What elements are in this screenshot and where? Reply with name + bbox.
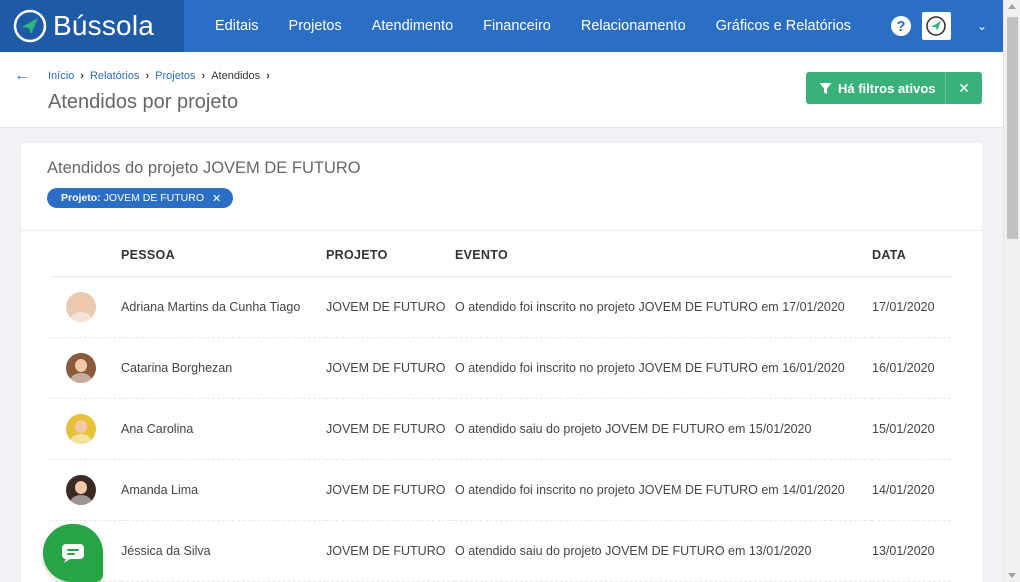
cell-projeto: JOVEM DE FUTURO (326, 520, 455, 582)
main-nav: Editais Projetos Atendimento Financeiro … (215, 18, 881, 34)
cell-pessoa: Ana Carolina (121, 398, 326, 460)
chat-icon (62, 544, 84, 563)
top-navbar: Bússola Editais Projetos Atendimento Fin… (0, 0, 1003, 52)
col-avatar (50, 235, 121, 277)
avatar (66, 291, 96, 322)
nav-financeiro[interactable]: Financeiro (483, 18, 551, 34)
back-arrow-icon[interactable]: ← (14, 67, 30, 85)
avatar (66, 474, 96, 505)
nav-projetos[interactable]: Projetos (289, 18, 342, 34)
cell-data: 15/01/2020 (872, 398, 951, 460)
cell-pessoa: Amanda Lima (121, 459, 326, 521)
cell-projeto: JOVEM DE FUTURO (326, 459, 455, 521)
filter-chip-projeto[interactable]: Projeto: JOVEM DE FUTURO ✕ (47, 188, 234, 208)
scroll-up-icon[interactable] (1008, 4, 1016, 9)
table-row[interactable]: Jéssica da Silva JOVEM DE FUTURO O atend… (50, 520, 951, 582)
brand-name: Bússola (53, 10, 155, 41)
cell-data: 14/01/2020 (872, 459, 951, 521)
table-header-row: PESSOA PROJETO EVENTO DATA (50, 235, 951, 277)
nav-relacionamento[interactable]: Relacionamento (581, 18, 686, 34)
table-row[interactable]: Adriana Martins da Cunha Tiago JOVEM DE … (50, 276, 951, 338)
clear-filters-close-icon[interactable]: ✕ (946, 72, 982, 104)
breadcrumb-separator: › (145, 70, 150, 82)
col-pessoa: PESSOA (121, 235, 326, 277)
cell-pessoa: Catarina Borghezan (121, 337, 326, 399)
chip-close-icon[interactable]: ✕ (212, 192, 221, 205)
card-title: Atendidos do projeto JOVEM DE FUTURO (47, 159, 361, 177)
cell-data: 17/01/2020 (872, 276, 951, 338)
filter-icon (819, 82, 832, 94)
breadcrumb-atendidos: Atendidos (211, 70, 261, 82)
compass-logo-icon (13, 9, 47, 43)
breadcrumb: Início › Relatórios › Projetos › Atendid… (48, 70, 276, 82)
attendees-table: PESSOA PROJETO EVENTO DATA Adriana Marti… (50, 235, 951, 582)
cell-projeto: JOVEM DE FUTURO (326, 276, 455, 338)
nav-graficos-relatorios[interactable]: Gráficos e Relatórios (716, 18, 851, 34)
cell-evento: O atendido saiu do projeto JOVEM DE FUTU… (455, 520, 872, 582)
page-header: ← Início › Relatórios › Projetos › Atend… (0, 52, 1003, 128)
page-title: Atendidos por projeto (48, 91, 239, 113)
avatar (66, 352, 96, 383)
breadcrumb-projetos[interactable]: Projetos (155, 70, 195, 82)
scroll-down-icon[interactable] (1008, 573, 1016, 578)
page-scrollbar[interactable] (1003, 0, 1020, 582)
chip-value: JOVEM DE FUTURO (103, 192, 205, 204)
table-row[interactable]: Catarina Borghezan JOVEM DE FUTURO O ate… (50, 337, 951, 399)
breadcrumb-separator: › (80, 70, 84, 82)
breadcrumb-separator: › (201, 70, 206, 82)
chip-key: Projeto: (61, 192, 101, 204)
cell-projeto: JOVEM DE FUTURO (326, 337, 455, 399)
cell-evento: O atendido saiu do projeto JOVEM DE FUTU… (455, 398, 872, 460)
nav-atendimento[interactable]: Atendimento (372, 18, 453, 34)
chevron-down-icon[interactable]: ⌄ (977, 19, 987, 33)
breadcrumb-relatorios[interactable]: Relatórios (90, 70, 140, 82)
chat-button[interactable] (43, 524, 103, 582)
cell-pessoa: Jéssica da Silva (121, 520, 326, 582)
avatar (66, 413, 96, 444)
cell-data: 13/01/2020 (872, 520, 951, 582)
scroll-thumb[interactable] (1007, 17, 1018, 239)
results-card: Atendidos do projeto JOVEM DE FUTURO Pro… (21, 143, 982, 582)
breadcrumb-inicio[interactable]: Início (48, 70, 74, 82)
breadcrumb-separator: › (266, 70, 270, 82)
col-evento: EVENTO (455, 235, 872, 277)
nav-editais[interactable]: Editais (215, 18, 259, 34)
cell-evento: O atendido foi inscrito no projeto JOVEM… (455, 337, 872, 399)
brand[interactable]: Bússola (0, 0, 184, 52)
help-icon[interactable]: ? (890, 16, 911, 36)
card-header: Atendidos do projeto JOVEM DE FUTURO Pro… (21, 143, 982, 231)
active-filters-button: Há filtros ativos ✕ (806, 72, 982, 104)
table-row[interactable]: Ana Carolina JOVEM DE FUTURO O atendido … (50, 398, 951, 460)
cell-evento: O atendido foi inscrito no projeto JOVEM… (455, 276, 872, 338)
active-filters-toggle[interactable]: Há filtros ativos (806, 72, 946, 104)
active-filters-label: Há filtros ativos (838, 80, 936, 96)
table-row[interactable]: Amanda Lima JOVEM DE FUTURO O atendido f… (50, 459, 951, 521)
col-data: DATA (872, 235, 951, 277)
col-projeto: PROJETO (326, 235, 455, 277)
cell-projeto: JOVEM DE FUTURO (326, 398, 455, 460)
user-avatar[interactable] (921, 12, 951, 40)
cell-evento: O atendido foi inscrito no projeto JOVEM… (455, 459, 872, 521)
cell-pessoa: Adriana Martins da Cunha Tiago (121, 276, 326, 338)
compass-avatar-icon (926, 16, 947, 36)
cell-data: 16/01/2020 (872, 337, 951, 399)
